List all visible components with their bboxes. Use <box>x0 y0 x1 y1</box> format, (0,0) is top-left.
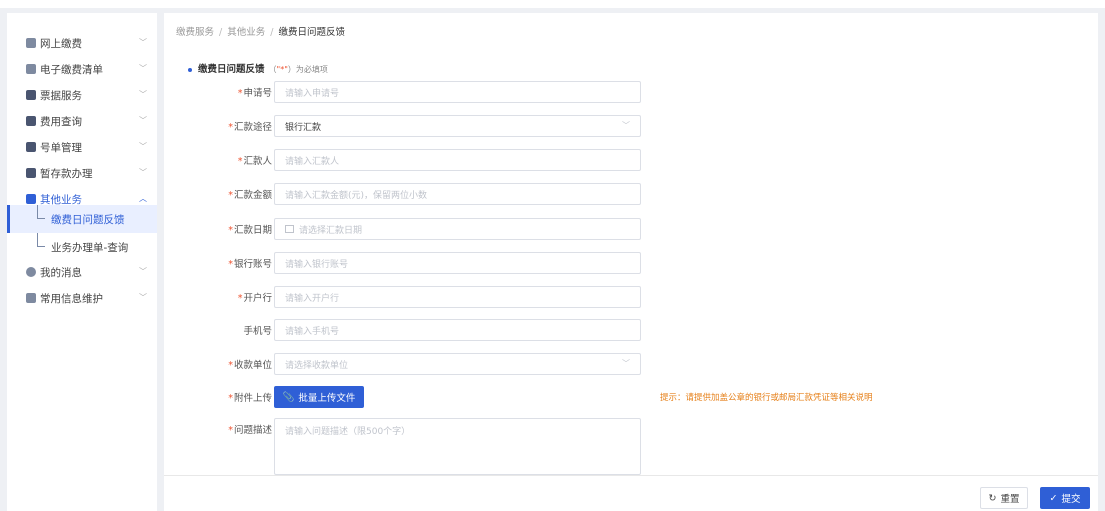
amount-input[interactable]: 请输入汇款金额(元)，保留两位小数 <box>274 183 641 205</box>
breadcrumb-separator: / <box>270 27 274 38</box>
chevron-down-icon: ﹀ <box>139 267 147 276</box>
field-label: *开户行 <box>237 293 272 304</box>
sidebar-subitem-label: 业务办理单-查询 <box>51 241 129 254</box>
check-icon: ✓ <box>1049 492 1058 504</box>
chevron-down-icon: ﹀ <box>622 121 630 130</box>
sidebar-item-label: 暂存款办理 <box>40 167 93 180</box>
sidebar-item-label: 常用信息维护 <box>40 292 103 305</box>
sidebar-item-label: 电子缴费清单 <box>40 63 103 76</box>
tree-line <box>37 233 45 247</box>
field-label: *问题描述 <box>228 425 272 436</box>
tree-line <box>37 205 45 219</box>
sidebar-item-label: 票据服务 <box>40 89 82 102</box>
chevron-down-icon: ﹀ <box>139 168 147 177</box>
sidebar-item-label: 费用查询 <box>40 115 82 128</box>
description-textarea[interactable]: 请输入问题描述（限500个字） <box>274 418 641 475</box>
batch-upload-button[interactable]: 📎 批量上传文件 <box>274 386 364 408</box>
query-icon <box>26 116 36 126</box>
chevron-down-icon: ﹀ <box>139 142 147 151</box>
field-label: *汇款途径 <box>228 122 272 133</box>
refresh-icon: ↻ <box>988 492 997 504</box>
field-row-remit-date: *汇款日期 请选择汇款日期 <box>164 218 1098 240</box>
deposit-icon <box>26 168 36 178</box>
chevron-down-icon: ﹀ <box>139 38 147 47</box>
remit-date-picker[interactable]: 请选择汇款日期 <box>274 218 641 240</box>
section-title: 缴费日问题反馈 （"*"）为必填项 <box>188 61 328 75</box>
bullet-icon <box>188 67 192 72</box>
field-label: *汇款日期 <box>228 225 272 236</box>
sidebar-item-receipt-service[interactable]: 票据服务 ﹀ <box>7 82 157 108</box>
sidebar-item-my-messages[interactable]: 我的消息 ﹀ <box>7 259 157 285</box>
remit-method-select[interactable]: 银行汇款 ﹀ <box>274 115 641 137</box>
field-row-remit-method: *汇款途径 银行汇款 ﹀ <box>164 115 1098 137</box>
chevron-down-icon: ﹀ <box>622 359 630 368</box>
remitter-input[interactable]: 请输入汇款人 <box>274 149 641 171</box>
field-label: *汇款人 <box>237 156 272 167</box>
paperclip-icon: 📎 <box>282 391 295 403</box>
sidebar-item-order-management[interactable]: 号单管理 ﹀ <box>7 134 157 160</box>
field-label: 手机号 <box>243 326 272 337</box>
sidebar-subitem-label: 缴费日问题反馈 <box>51 213 125 226</box>
top-strip <box>0 0 1105 8</box>
form-title: 缴费日问题反馈 <box>198 64 265 75</box>
footer-divider <box>164 475 1098 476</box>
doc-icon <box>26 142 36 152</box>
submit-button[interactable]: ✓ 提交 <box>1040 487 1090 509</box>
breadcrumb-current: 缴费日问题反馈 <box>278 27 345 38</box>
sidebar-item-label: 我的消息 <box>40 266 82 279</box>
list-icon <box>26 64 36 74</box>
sidebar-item-fee-query[interactable]: 费用查询 ﹀ <box>7 108 157 134</box>
chevron-down-icon: ﹀ <box>139 116 147 125</box>
sidebar-item-label: 网上缴费 <box>40 37 82 50</box>
phone-input[interactable]: 请输入手机号 <box>274 319 641 341</box>
chevron-down-icon: ﹀ <box>139 64 147 73</box>
field-row-description: *问题描述 请输入问题描述（限500个字） <box>164 418 1098 475</box>
chevron-down-icon: ﹀ <box>139 293 147 302</box>
field-label: *银行账号 <box>228 259 272 270</box>
bank-account-input[interactable]: 请输入银行账号 <box>274 252 641 274</box>
field-label: *收款单位 <box>228 360 272 371</box>
sidebar-subitem-business-query[interactable]: 业务办理单-查询 <box>7 233 157 261</box>
wallet-icon <box>26 38 36 48</box>
main-panel: 缴费服务 / 其他业务 / 缴费日问题反馈 缴费日问题反馈 （"*"）为必填项 *申请号 … <box>164 13 1098 511</box>
breadcrumb: 缴费服务 / 其他业务 / 缴费日问题反馈 <box>176 24 345 38</box>
chevron-down-icon: ﹀ <box>139 90 147 99</box>
breadcrumb-item[interactable]: 缴费服务 <box>176 27 214 38</box>
message-icon <box>26 267 36 277</box>
sidebar-item-e-payment-list[interactable]: 电子缴费清单 ﹀ <box>7 56 157 82</box>
receipt-icon <box>26 90 36 100</box>
field-row-application-no: *申请号 请输入申请号 <box>164 81 1098 103</box>
upload-tip: 提示：请提供加盖公章的银行或邮局汇款凭证等相关说明 <box>660 393 873 403</box>
field-row-bank-account: *银行账号 请输入银行账号 <box>164 252 1098 274</box>
field-label: *附件上传 <box>228 393 272 404</box>
field-row-amount: *汇款金额 请输入汇款金额(元)，保留两位小数 <box>164 183 1098 205</box>
field-row-payee: *收款单位 请选择收款单位 ﹀ <box>164 353 1098 375</box>
field-label: *申请号 <box>237 88 272 99</box>
required-note: （"*"）为必填项 <box>268 65 328 74</box>
chevron-up-icon: ︿ <box>139 194 147 203</box>
sidebar-item-online-payment[interactable]: 网上缴费 ﹀ <box>7 30 157 56</box>
field-row-attachment: *附件上传 📎 批量上传文件 提示：请提供加盖公章的银行或邮局汇款凭证等相关说明 <box>164 386 1098 408</box>
payee-select[interactable]: 请选择收款单位 ﹀ <box>274 353 641 375</box>
business-icon <box>26 194 36 204</box>
field-row-remitter: *汇款人 请输入汇款人 <box>164 149 1098 171</box>
sidebar-item-common-info[interactable]: 常用信息维护 ﹀ <box>7 285 157 311</box>
reset-button[interactable]: ↻ 重置 <box>980 487 1028 509</box>
application-no-input[interactable]: 请输入申请号 <box>274 81 641 103</box>
field-row-phone: 手机号 请输入手机号 <box>164 319 1098 341</box>
breadcrumb-separator: / <box>219 27 223 38</box>
sidebar: 网上缴费 ﹀ 电子缴费清单 ﹀ 票据服务 ﹀ 费用查询 ﹀ 号单管理 ﹀ 暂存款… <box>7 13 157 511</box>
sidebar-item-label: 号单管理 <box>40 141 82 154</box>
edit-icon <box>26 293 36 303</box>
bank-branch-input[interactable]: 请输入开户行 <box>274 286 641 308</box>
field-label: *汇款金额 <box>228 190 272 201</box>
calendar-icon <box>285 225 294 233</box>
breadcrumb-item[interactable]: 其他业务 <box>227 27 265 38</box>
sidebar-subitem-payment-day-feedback[interactable]: 缴费日问题反馈 <box>7 205 157 233</box>
field-row-bank-branch: *开户行 请输入开户行 <box>164 286 1098 308</box>
sidebar-item-deposit[interactable]: 暂存款办理 ﹀ <box>7 160 157 186</box>
